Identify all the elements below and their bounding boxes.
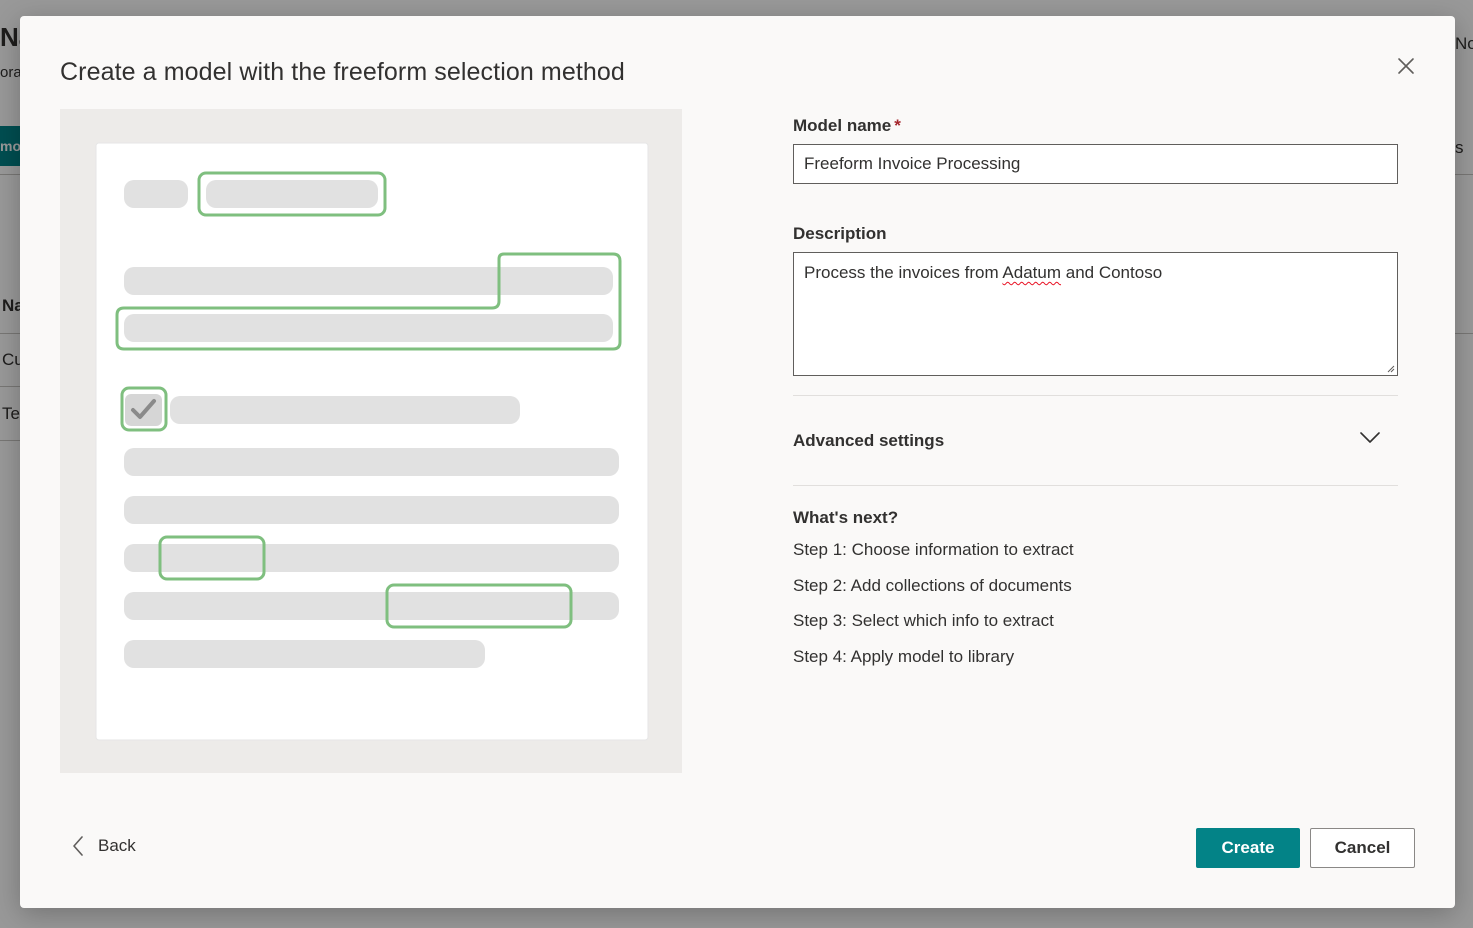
model-form: Model name * Freeform Invoice Processing … bbox=[793, 116, 1398, 682]
close-button[interactable] bbox=[1392, 52, 1420, 80]
resize-grip-icon[interactable] bbox=[1385, 363, 1395, 373]
description-textarea[interactable]: Process the invoices from Adatum and Con… bbox=[793, 252, 1398, 376]
freeform-illustration bbox=[60, 109, 682, 773]
back-label: Back bbox=[98, 836, 136, 855]
cancel-button[interactable]: Cancel bbox=[1310, 828, 1415, 868]
description-text: and Contoso bbox=[1061, 263, 1163, 282]
steps-list: Step 1: Choose information to extract St… bbox=[793, 540, 1398, 682]
advanced-settings-label: Advanced settings bbox=[793, 431, 945, 450]
required-marker: * bbox=[894, 116, 901, 135]
close-icon bbox=[1398, 58, 1414, 74]
description-text: Process the invoices from bbox=[804, 263, 1003, 282]
model-name-label-text: Model name bbox=[793, 116, 892, 135]
create-button[interactable]: Create bbox=[1196, 828, 1300, 868]
model-name-input[interactable]: Freeform Invoice Processing bbox=[793, 144, 1398, 184]
description-label: Description bbox=[793, 224, 887, 243]
back-button[interactable]: Back bbox=[72, 836, 136, 856]
create-model-dialog: Create a model with the freeform selecti… bbox=[20, 16, 1455, 908]
model-name-label: Model name * bbox=[793, 116, 1398, 136]
step-item: Step 4: Apply model to library bbox=[793, 646, 1015, 666]
chevron-down-icon bbox=[1360, 432, 1380, 443]
document-illustration bbox=[95, 142, 649, 741]
step-item: Step 3: Select which info to extract bbox=[793, 611, 1054, 630]
dialog-title: Create a model with the freeform selecti… bbox=[60, 58, 625, 86]
advanced-settings-toggle[interactable]: Advanced settings bbox=[793, 395, 1398, 486]
description-misspelled-word: Adatum bbox=[1002, 263, 1062, 282]
step-item: Step 1: Choose information to extract bbox=[793, 540, 1074, 559]
step-item: Step 2: Add collections of documents bbox=[793, 575, 1072, 595]
chevron-left-icon bbox=[73, 836, 83, 856]
whats-next-title: What's next? bbox=[793, 508, 899, 527]
